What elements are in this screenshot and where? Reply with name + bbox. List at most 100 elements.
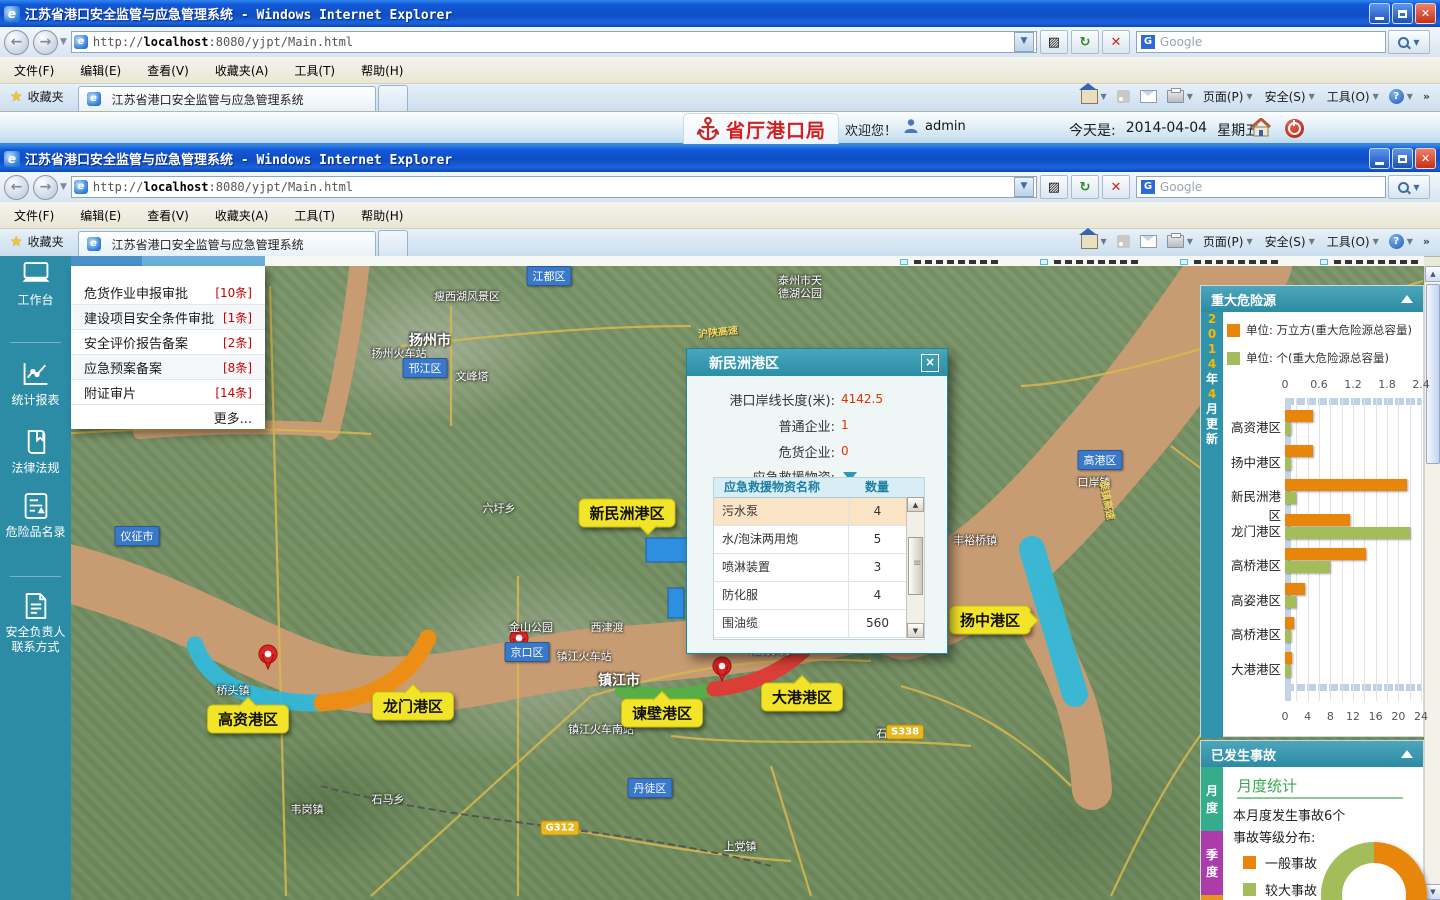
table-row[interactable]: 防化服4 [714, 582, 924, 610]
command-3[interactable]: 工具(O)▼ [1327, 233, 1379, 250]
sidebar-item-5[interactable]: 安全负责人联系方式 [0, 592, 71, 655]
new-tab-button[interactable] [378, 230, 408, 256]
menu-item-4[interactable]: 收藏夹(A) [215, 62, 269, 79]
table-row[interactable]: 喷淋装置3 [714, 554, 924, 582]
collapse-icon[interactable] [1401, 295, 1413, 303]
menu-item-3[interactable]: 查看(V) [147, 62, 189, 79]
map-pin[interactable] [713, 657, 731, 681]
url-text[interactable]: http://localhost:8080/yjpt/Main.html [93, 35, 1014, 49]
accident-tab-2[interactable]: 季度 [1201, 831, 1223, 895]
address-field[interactable]: e http://localhost:8080/yjpt/Main.html ▼ [71, 31, 1037, 53]
table-scrollbar[interactable]: ▲ ▼ [906, 497, 924, 638]
command-2[interactable]: 安全(S)▼ [1265, 233, 1315, 250]
home-button[interactable]: ▼ [1081, 234, 1107, 249]
help-button[interactable]: ?▼ [1389, 234, 1413, 249]
new-tab-button[interactable] [378, 85, 408, 111]
help-button[interactable]: ?▼ [1389, 89, 1413, 104]
port-label[interactable]: 龙门港区 [372, 692, 454, 721]
menu-item-1[interactable]: 文件(F) [14, 62, 54, 79]
browser-tab[interactable]: e 江苏省港口安全监管与应急管理系统 [78, 86, 376, 111]
stop-icon[interactable]: ✕ [1102, 30, 1130, 54]
hazard-panel-header[interactable]: 重大危险源 [1201, 286, 1423, 312]
forward-button[interactable]: → [33, 175, 58, 200]
search-button[interactable]: ▼ [1388, 30, 1430, 54]
todo-more-link[interactable]: 更多... [71, 405, 265, 429]
forward-button[interactable]: → [33, 30, 58, 55]
layer-toggle-fragment[interactable] [900, 259, 1010, 265]
address-dropdown-icon[interactable]: ▼ [1014, 32, 1034, 52]
port-label[interactable]: 高资港区 [207, 705, 289, 734]
scroll-thumb[interactable] [908, 537, 923, 595]
command-3[interactable]: 工具(O)▼ [1327, 88, 1379, 105]
refresh-icon[interactable]: ↻ [1071, 30, 1099, 54]
layer-toggle-fragment[interactable] [1040, 259, 1150, 265]
accident-tab-1[interactable]: 月度 [1201, 767, 1223, 831]
accident-panel-header[interactable]: 已发生事故 [1201, 741, 1423, 767]
search-input[interactable]: G Google [1136, 31, 1386, 53]
compatibility-view-icon[interactable]: ▨ [1040, 30, 1068, 54]
todo-menu-item-1[interactable]: 危货作业申报审批[10条] [71, 280, 265, 305]
overflow-chevron-icon[interactable]: » [1423, 235, 1430, 248]
recent-pages-icon[interactable]: ▼ [60, 182, 67, 192]
menu-item-2[interactable]: 编辑(E) [80, 207, 121, 224]
print-button[interactable]: ▼ [1167, 90, 1193, 103]
back-button[interactable]: ← [4, 175, 29, 200]
home-button[interactable]: ▼ [1081, 89, 1107, 104]
command-1[interactable]: 页面(P)▼ [1203, 88, 1253, 105]
close-button[interactable]: ✕ [1415, 3, 1436, 24]
menu-item-4[interactable]: 收藏夹(A) [215, 207, 269, 224]
stop-icon[interactable]: ✕ [1102, 175, 1130, 199]
menu-item-6[interactable]: 帮助(H) [361, 62, 403, 79]
search-input[interactable]: G Google [1136, 176, 1386, 198]
scroll-up-icon[interactable]: ▲ [1425, 266, 1440, 282]
menu-item-3[interactable]: 查看(V) [147, 207, 189, 224]
command-1[interactable]: 页面(P)▼ [1203, 233, 1253, 250]
menu-item-5[interactable]: 工具(T) [294, 207, 335, 224]
port-label[interactable]: 谏壁港区 [621, 699, 703, 728]
sidebar-item-1[interactable]: 工作台 [0, 260, 71, 308]
menu-item-2[interactable]: 编辑(E) [80, 62, 121, 79]
home-icon[interactable] [1250, 118, 1272, 141]
minimize-button[interactable] [1369, 3, 1390, 24]
layer-toggle-fragment[interactable] [1180, 259, 1290, 265]
close-icon[interactable]: × [921, 354, 939, 372]
todo-menu-item-4[interactable]: 应急预案备案[8条] [71, 355, 265, 380]
minimize-button[interactable] [1369, 148, 1390, 169]
feeds-button[interactable] [1117, 235, 1130, 248]
address-dropdown-icon[interactable]: ▼ [1014, 177, 1034, 197]
port-label[interactable]: 大港港区 [761, 683, 843, 712]
feeds-button[interactable] [1117, 90, 1130, 103]
power-icon[interactable] [1285, 119, 1304, 138]
table-row[interactable]: 围油缆560 [714, 610, 924, 638]
port-label[interactable]: 新民洲港区 [578, 499, 675, 528]
port-label[interactable]: 扬中港区 [949, 606, 1031, 635]
address-field[interactable]: e http://localhost:8080/yjpt/Main.html ▼ [71, 176, 1037, 198]
close-button[interactable]: ✕ [1415, 148, 1436, 169]
todo-menu-item-2[interactable]: 建设项目安全条件审批[1条] [71, 305, 265, 330]
favorites-button[interactable]: ★ 收藏夹 [10, 233, 64, 250]
map-area-small[interactable] [668, 588, 684, 618]
page-scrollbar[interactable]: ▲ ▼ [1424, 266, 1440, 900]
scroll-down-icon[interactable]: ▼ [1425, 884, 1440, 900]
print-button[interactable]: ▼ [1167, 235, 1193, 248]
overflow-chevron-icon[interactable]: » [1423, 90, 1430, 103]
read-mail-button[interactable] [1140, 235, 1157, 248]
sidebar-item-2[interactable]: 统计报表 [0, 360, 71, 408]
layer-toggle-fragment[interactable] [1320, 259, 1424, 265]
table-row[interactable]: 水/泡沫两用炮5 [714, 526, 924, 554]
favorites-button[interactable]: ★ 收藏夹 [10, 88, 64, 105]
todo-menu-item-3[interactable]: 安全评价报告备案[2条] [71, 330, 265, 355]
table-row[interactable]: 污水泵4 [714, 498, 924, 526]
collapse-icon[interactable] [1401, 750, 1413, 758]
menu-item-1[interactable]: 文件(F) [14, 207, 54, 224]
todo-menu-item-5[interactable]: 附证审片[14条] [71, 380, 265, 405]
browser-tab[interactable]: e 江苏省港口安全监管与应急管理系统 [78, 231, 376, 256]
read-mail-button[interactable] [1140, 90, 1157, 103]
sidebar-item-4[interactable]: 危险品名录 [0, 492, 71, 540]
menu-item-5[interactable]: 工具(T) [294, 62, 335, 79]
maximize-button[interactable] [1392, 148, 1413, 169]
accident-tab-3[interactable]: 年度 [1201, 895, 1223, 900]
recent-pages-icon[interactable]: ▼ [60, 37, 67, 47]
back-button[interactable]: ← [4, 30, 29, 55]
scroll-down-icon[interactable]: ▼ [907, 623, 924, 638]
